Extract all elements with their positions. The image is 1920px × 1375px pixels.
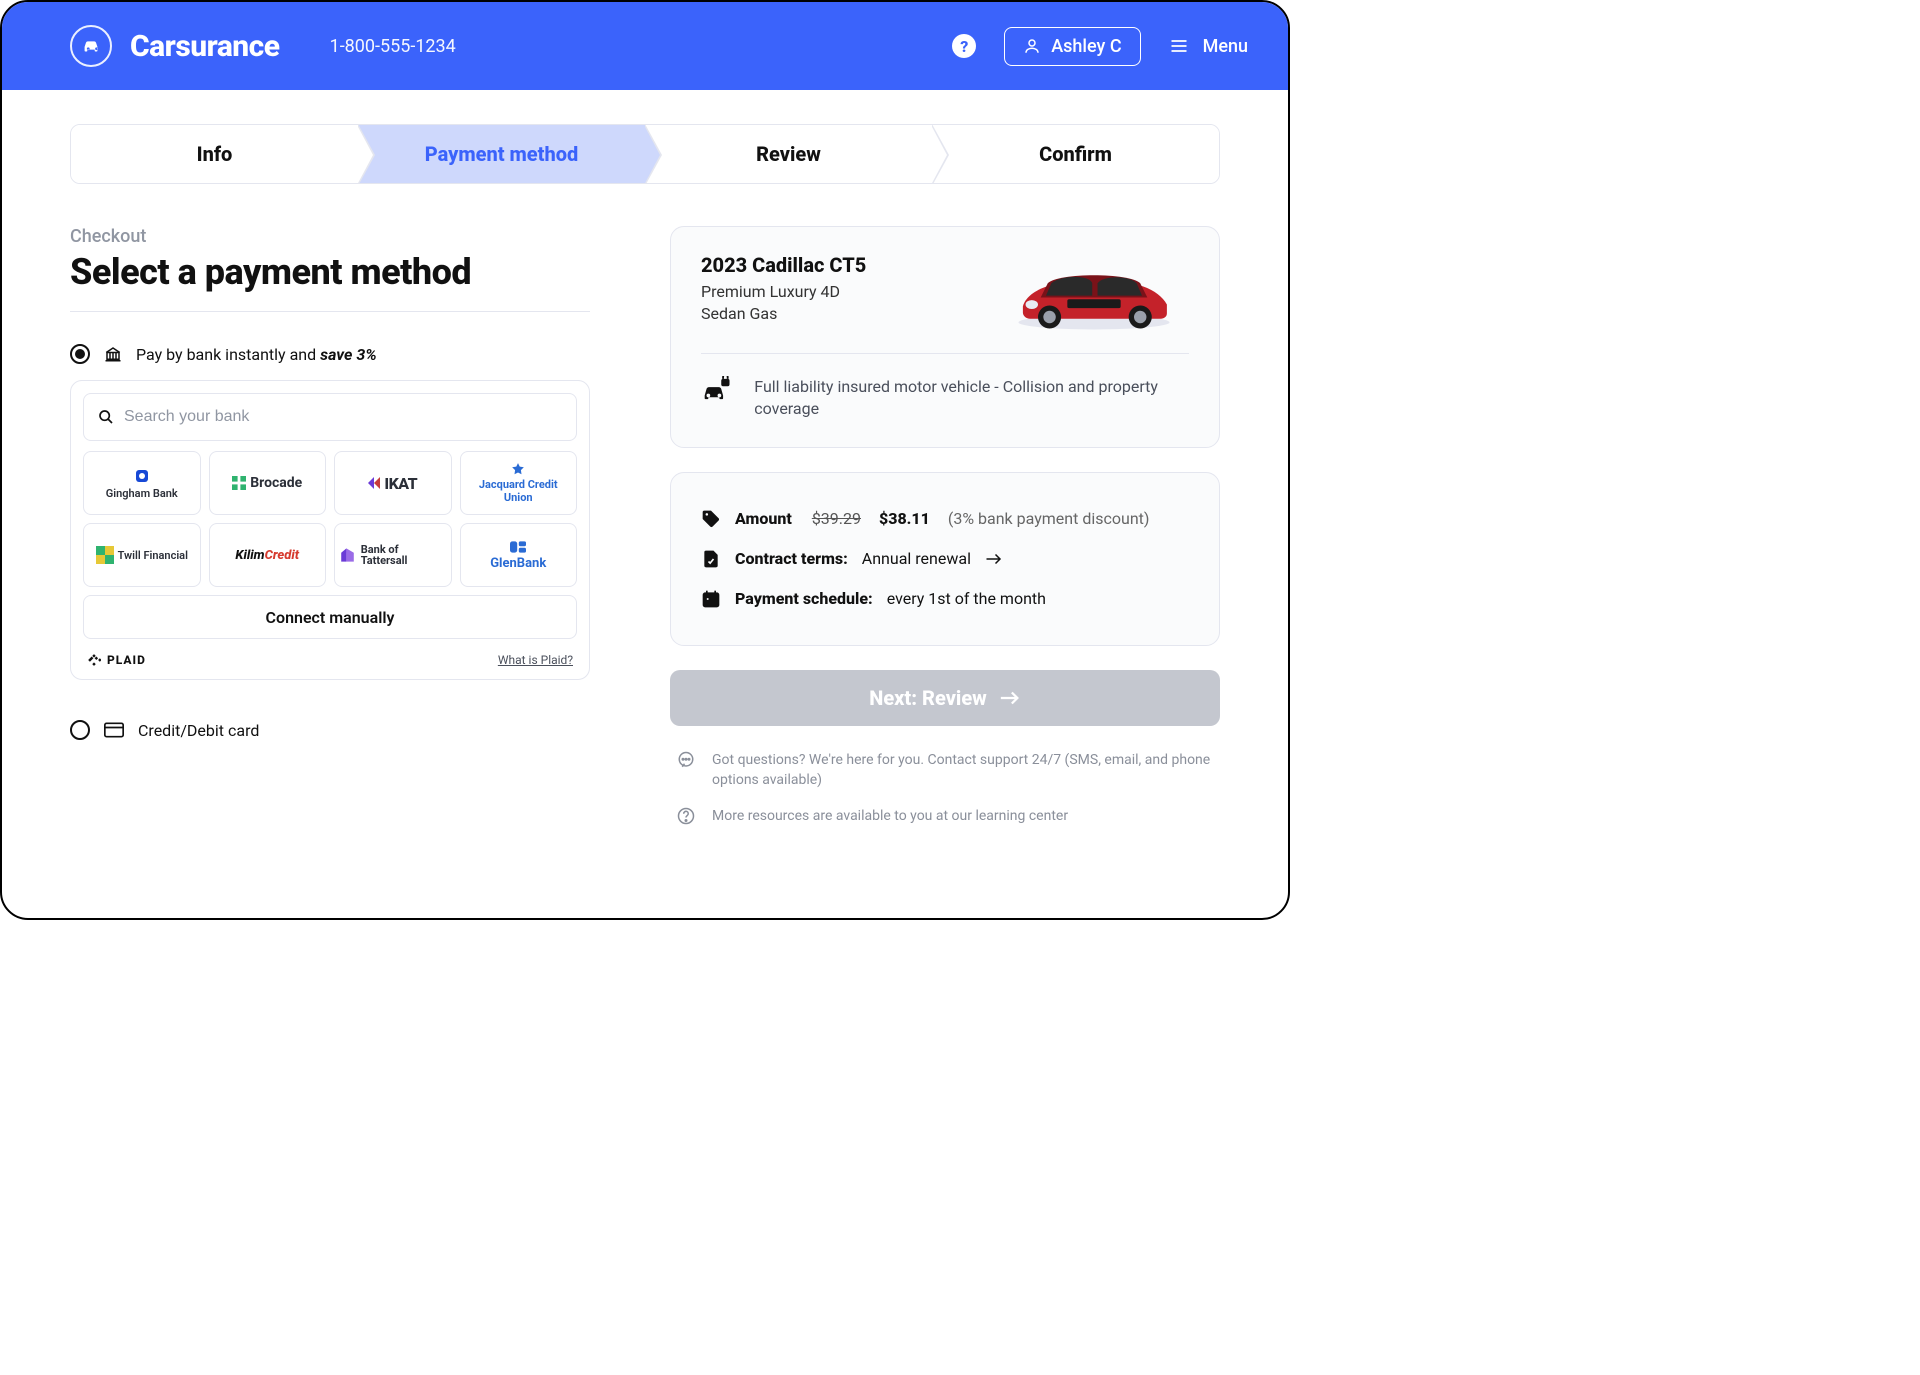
support-text: Got questions? We're here for you. Conta…	[712, 750, 1214, 791]
main-content: Checkout Select a payment method Pay by …	[2, 184, 1288, 827]
vehicle-title: 2023 Cadillac CT5	[701, 253, 866, 277]
step-review[interactable]: Review	[645, 125, 932, 183]
radio-bank-selected[interactable]	[70, 344, 90, 364]
bank-search[interactable]	[83, 393, 577, 441]
schedule-row: Payment schedule: every 1st of the month	[701, 579, 1189, 619]
car-lock-icon	[701, 376, 732, 402]
card-icon	[104, 722, 124, 738]
radio-card-unselected[interactable]	[70, 720, 90, 740]
amount-note: (3% bank payment discount)	[948, 509, 1150, 528]
page-title: Select a payment method	[70, 251, 590, 312]
bank-tile-brocade[interactable]: Brocade	[209, 451, 327, 515]
brand-car-icon	[70, 25, 112, 67]
bank-grid: Gingham Bank Brocade IKAT	[83, 451, 577, 587]
credit-card-label: Credit/Debit card	[138, 721, 259, 740]
tag-icon	[701, 509, 721, 529]
bank-tile-twill[interactable]: Twill Financial	[83, 523, 201, 587]
help-circle-icon	[677, 807, 695, 825]
support-info: Got questions? We're here for you. Conta…	[670, 750, 1220, 791]
terms-row: Contract terms: Annual renewal	[701, 539, 1189, 579]
resources-info: More resources are available to you at o…	[670, 806, 1220, 826]
step-payment-method[interactable]: Payment method	[358, 125, 645, 183]
bank-tile-jacquard[interactable]: Jacquard Credit Union	[460, 451, 578, 515]
bank-search-input[interactable]	[124, 408, 562, 426]
connect-manually-button[interactable]: Connect manually	[83, 595, 577, 639]
checkout-eyebrow: Checkout	[70, 226, 590, 247]
vehicle-body: Sedan Gas	[701, 303, 866, 325]
amount-row: Amount $39.29 $38.11 (3% bank payment di…	[701, 499, 1189, 539]
bank-selector-box: Gingham Bank Brocade IKAT	[70, 380, 590, 680]
help-icon[interactable]: ?	[952, 34, 976, 58]
summary-column: 2023 Cadillac CT5 Premium Luxury 4D Seda…	[670, 226, 1220, 827]
amount-original: $39.29	[812, 509, 861, 528]
arrow-right-icon	[985, 552, 1003, 566]
checkout-stepper: Info Payment method Review Confirm	[70, 124, 1220, 184]
next-review-button[interactable]: Next: Review	[670, 670, 1220, 726]
payment-column: Checkout Select a payment method Pay by …	[70, 226, 590, 827]
user-icon	[1023, 37, 1041, 55]
step-info[interactable]: Info	[71, 125, 358, 183]
bank-tile-ikat[interactable]: IKAT	[334, 451, 452, 515]
bank-tile-glenbank[interactable]: GlenBank	[460, 523, 578, 587]
user-account-button[interactable]: Ashley C	[1004, 27, 1140, 66]
header-bar: Carsurance 1-800-555-1234 ? Ashley C Men…	[2, 2, 1288, 90]
calendar-icon	[701, 589, 721, 609]
bank-tile-kilim[interactable]: KilimCredit	[209, 523, 327, 587]
brand[interactable]: Carsurance	[70, 25, 280, 67]
credit-card-option[interactable]: Credit/Debit card	[70, 720, 590, 740]
what-is-plaid-link[interactable]: What is Plaid?	[498, 653, 573, 667]
amount-discounted: $38.11	[879, 509, 930, 528]
search-icon	[98, 409, 114, 425]
pay-by-bank-option[interactable]: Pay by bank instantly and save 3%	[70, 344, 590, 364]
terms-value: Annual renewal	[862, 549, 971, 568]
chat-icon	[677, 751, 695, 769]
step-confirm[interactable]: Confirm	[932, 125, 1219, 183]
hamburger-icon	[1169, 36, 1189, 56]
arrow-right-icon	[999, 689, 1021, 707]
support-phone[interactable]: 1-800-555-1234	[330, 36, 456, 57]
plaid-icon	[87, 653, 101, 667]
bank-option-text: Pay by bank instantly and	[136, 345, 320, 364]
coverage-text: Full liability insured motor vehicle - C…	[754, 376, 1189, 421]
schedule-value: every 1st of the month	[887, 589, 1046, 608]
bank-icon	[104, 345, 122, 363]
document-check-icon	[701, 549, 721, 569]
app-window: Carsurance 1-800-555-1234 ? Ashley C Men…	[0, 0, 1290, 920]
user-name: Ashley C	[1051, 36, 1121, 57]
bank-tile-gingham[interactable]: Gingham Bank	[83, 451, 201, 515]
bank-tile-tattersall[interactable]: Bank of Tattersall	[334, 523, 452, 587]
menu-button[interactable]: Menu	[1169, 36, 1248, 57]
vehicle-card: 2023 Cadillac CT5 Premium Luxury 4D Seda…	[670, 226, 1220, 448]
plaid-logo: PLAID	[87, 653, 146, 667]
car-illustration	[999, 253, 1189, 333]
brand-name: Carsurance	[130, 29, 280, 64]
menu-label: Menu	[1203, 36, 1248, 57]
pricing-card: Amount $39.29 $38.11 (3% bank payment di…	[670, 472, 1220, 646]
resources-text: More resources are available to you at o…	[712, 806, 1068, 826]
bank-option-save: save 3%	[320, 345, 377, 364]
vehicle-trim: Premium Luxury 4D	[701, 281, 866, 303]
header-right: ? Ashley C Menu	[952, 27, 1248, 66]
plaid-row: PLAID What is Plaid?	[83, 653, 577, 667]
